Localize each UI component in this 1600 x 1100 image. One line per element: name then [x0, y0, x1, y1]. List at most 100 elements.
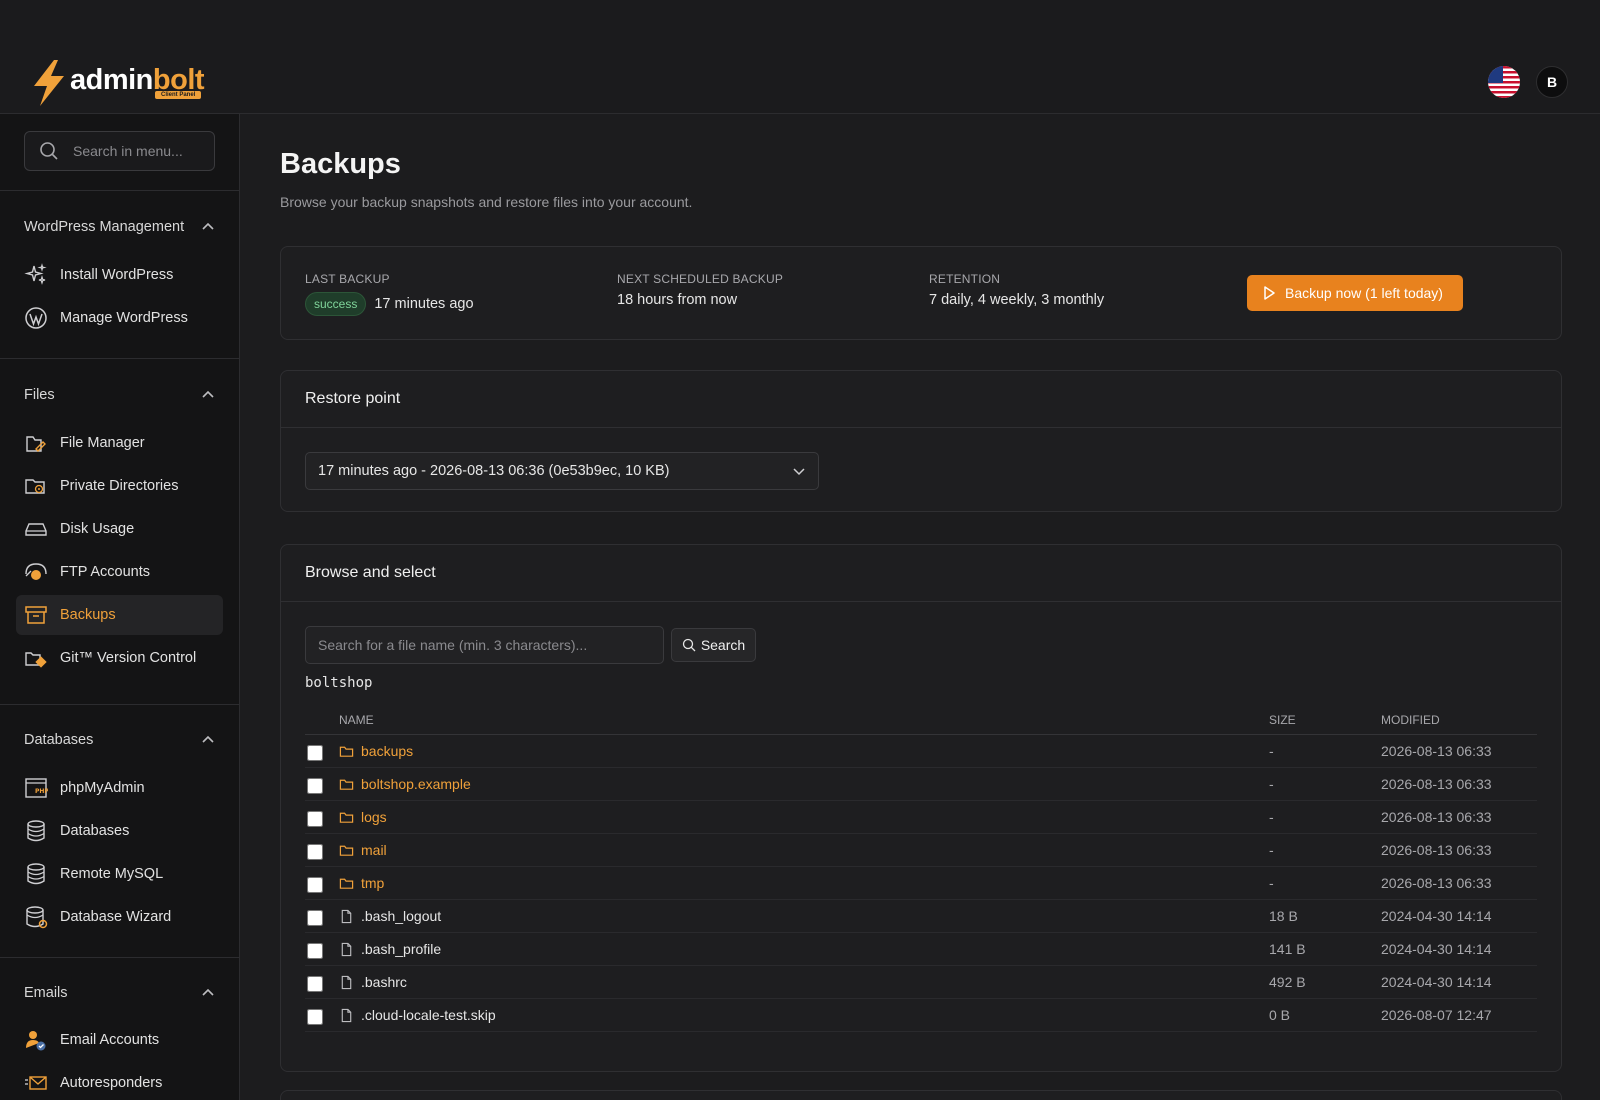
file-name-cell[interactable]: .bash_profile	[339, 941, 441, 957]
table-row[interactable]: .cloud-locale-test.skip 0 B 2026-08-07 12:…	[305, 999, 1537, 1032]
ftp-icon	[25, 563, 47, 580]
row-checkbox[interactable]	[307, 844, 323, 860]
sidebar-item-label: Backups	[60, 607, 116, 623]
brand-tagline: Client Panel	[155, 91, 202, 99]
section-title: Databases	[24, 732, 94, 748]
brand-name-part1: admin	[70, 63, 153, 96]
file-name-cell[interactable]: logs	[339, 809, 387, 825]
sidebar-item-phpmyadmin[interactable]: PHP phpMyAdmin	[16, 768, 223, 808]
sidebar-item-remote-mysql[interactable]: Remote MySQL	[16, 854, 223, 894]
section-title: WordPress Management	[24, 219, 185, 235]
file-name[interactable]: backups	[361, 743, 413, 759]
remote-db-icon	[27, 863, 45, 885]
sidebar-item-git-version-control[interactable]: Git™ Version Control	[16, 638, 223, 678]
stat-value: 7 daily, 4 weekly, 3 monthly	[929, 292, 1105, 308]
section-header-wordpress[interactable]: WordPress Management	[24, 215, 215, 239]
column-header-modified[interactable]: MODIFIED	[1381, 713, 1440, 727]
stat-label: LAST BACKUP	[305, 272, 390, 286]
row-checkbox[interactable]	[307, 745, 323, 761]
sidebar-item-label: Email Accounts	[60, 1032, 160, 1048]
row-checkbox[interactable]	[307, 778, 323, 794]
search-button[interactable]: Search	[671, 628, 756, 662]
table-row[interactable]: logs - 2026-08-13 06:33	[305, 801, 1537, 834]
sidebar-search-input[interactable]	[73, 143, 213, 159]
private-folder-icon	[25, 479, 45, 494]
file-name[interactable]: boltshop.example	[361, 776, 471, 792]
file-size: -	[1269, 842, 1274, 858]
row-checkbox[interactable]	[307, 811, 323, 827]
folder-icon	[339, 746, 354, 757]
sidebar-item-private-directories[interactable]: Private Directories	[16, 466, 223, 506]
section-header-emails[interactable]: Emails	[24, 981, 215, 1005]
file-modified: 2024-04-30 14:14	[1381, 941, 1492, 957]
sidebar-item-label: File Manager	[60, 435, 145, 451]
column-header-name[interactable]: NAME	[339, 713, 374, 727]
chevron-up-icon	[202, 390, 214, 398]
row-checkbox[interactable]	[307, 1009, 323, 1025]
sidebar-item-manage-wordpress[interactable]: Manage WordPress	[16, 298, 223, 338]
row-checkbox[interactable]	[307, 877, 323, 893]
file-name-cell[interactable]: tmp	[339, 875, 384, 891]
sidebar-item-file-manager[interactable]: File Manager	[16, 423, 223, 463]
file-name-cell[interactable]: .bash_logout	[339, 908, 441, 924]
sidebar-item-install-wordpress[interactable]: Install WordPress	[16, 255, 223, 295]
file-modified: 2026-08-07 12:47	[1381, 1007, 1492, 1023]
sidebar-item-backups[interactable]: Backups	[16, 595, 223, 635]
sidebar-item-autoresponders[interactable]: Autoresponders	[16, 1063, 223, 1100]
file-name-cell[interactable]: .cloud-locale-test.skip	[339, 1007, 496, 1023]
next-card	[280, 1090, 1562, 1100]
file-name: .cloud-locale-test.skip	[361, 1007, 496, 1023]
file-name[interactable]: tmp	[361, 875, 384, 891]
folder-icon	[339, 779, 354, 790]
table-row[interactable]: backups - 2026-08-13 06:33	[305, 735, 1537, 768]
sidebar-item-label: Git™ Version Control	[60, 650, 197, 666]
table-row[interactable]: mail - 2026-08-13 06:33	[305, 834, 1537, 867]
file-size: 141 B	[1269, 941, 1306, 957]
sidebar-item-label: Disk Usage	[60, 521, 135, 537]
last-backup-stat: LAST BACKUP success 17 minutes ago	[305, 272, 474, 316]
sidebar-item-databases[interactable]: Databases	[16, 811, 223, 851]
file-modified: 2026-08-13 06:33	[1381, 776, 1492, 792]
table-row[interactable]: .bash_profile 141 B 2024-04-30 14:14	[305, 933, 1537, 966]
file-search-input[interactable]	[305, 626, 664, 664]
backup-now-button[interactable]: Backup now (1 left today)	[1247, 275, 1463, 311]
sidebar-item-email-accounts[interactable]: Email Accounts	[16, 1020, 223, 1060]
browse-card: Browse and select Search boltshop NAME S…	[280, 544, 1562, 1072]
row-checkbox[interactable]	[307, 910, 323, 926]
file-size: -	[1269, 809, 1274, 825]
wordpress-icon	[25, 307, 47, 329]
table-row[interactable]: tmp - 2026-08-13 06:33	[305, 867, 1537, 900]
sidebar-item-label: phpMyAdmin	[60, 780, 145, 796]
table-row[interactable]: .bashrc 492 B 2024-04-30 14:14	[305, 966, 1537, 999]
backup-now-label: Backup now (1 left today)	[1285, 285, 1443, 301]
sidebar-item-label: Remote MySQL	[60, 866, 164, 882]
column-header-size[interactable]: SIZE	[1269, 713, 1296, 727]
restore-point-select[interactable]: 17 minutes ago - 2026-08-13 06:36 (0e53b…	[305, 452, 819, 490]
row-checkbox[interactable]	[307, 976, 323, 992]
us-flag-icon[interactable]	[1488, 66, 1520, 98]
db-wizard-icon	[26, 906, 48, 929]
sidebar-item-database-wizard[interactable]: Database Wizard	[16, 897, 223, 937]
last-backup-time: 17 minutes ago	[374, 296, 474, 312]
table-row[interactable]: boltshop.example - 2026-08-13 06:33	[305, 768, 1537, 801]
file-name[interactable]: mail	[361, 842, 387, 858]
archive-icon	[25, 606, 47, 624]
table-row[interactable]: .bash_logout 18 B 2024-04-30 14:14	[305, 900, 1537, 933]
section-header-files[interactable]: Files	[24, 383, 215, 407]
table-body: backups -2026-08-13 06:33 boltshop.example…	[305, 735, 1537, 1032]
file-name-cell[interactable]: mail	[339, 842, 387, 858]
sidebar: WordPress Management Install WordPress M…	[0, 114, 240, 1100]
sidebar-item-disk-usage[interactable]: Disk Usage	[16, 509, 223, 549]
section-header-databases[interactable]: Databases	[24, 728, 215, 752]
brand-logo[interactable]: adminbolt Client Panel	[30, 60, 205, 106]
file-name[interactable]: logs	[361, 809, 387, 825]
sidebar-item-ftp-accounts[interactable]: FTP Accounts	[16, 552, 223, 592]
section-divider	[0, 957, 239, 958]
user-avatar[interactable]: B	[1536, 66, 1568, 98]
file-name-cell[interactable]: .bashrc	[339, 974, 407, 990]
sidebar-search[interactable]	[24, 131, 215, 171]
row-checkbox[interactable]	[307, 943, 323, 959]
file-name-cell[interactable]: boltshop.example	[339, 776, 471, 792]
file-name-cell[interactable]: backups	[339, 743, 413, 759]
sidebar-item-label: Autoresponders	[60, 1075, 163, 1091]
